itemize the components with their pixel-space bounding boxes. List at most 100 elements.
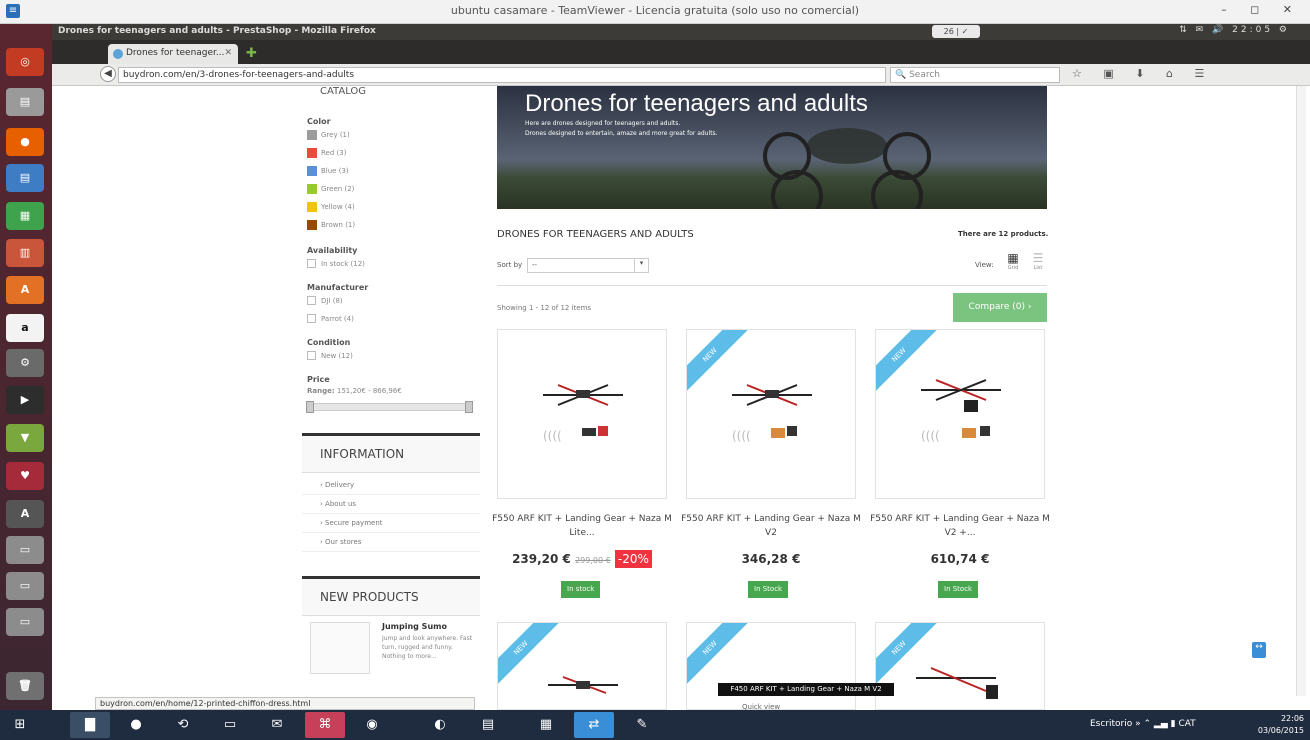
youtube-icon[interactable]: ▶: [6, 386, 44, 414]
new-product-item[interactable]: Jumping Sumo Jump and look anywhere. Fas…: [302, 622, 480, 682]
teamviewer-task-icon[interactable]: ⇄: [574, 712, 614, 738]
remote-icon[interactable]: ⟲: [163, 712, 203, 738]
dash-icon[interactable]: ◎: [6, 48, 44, 76]
drive-icon-3[interactable]: ▭: [6, 608, 44, 636]
settings-icon[interactable]: ⚙: [6, 349, 44, 377]
status-bar: buydron.com/en/home/12-printed-chiffon-d…: [95, 697, 475, 710]
firefox-icon[interactable]: ●: [6, 128, 44, 156]
impress-icon[interactable]: ▥: [6, 239, 44, 267]
update-icon[interactable]: A: [6, 500, 44, 528]
app-icon-red[interactable]: ●: [116, 712, 156, 738]
keyboard-indicator[interactable]: 26 | ✓: [932, 25, 980, 38]
product-name[interactable]: F550 ARF KIT + Landing Gear + Naza M Lit…: [492, 512, 672, 540]
search-input[interactable]: 🔍 Search: [890, 67, 1060, 83]
chrome-icon[interactable]: ◉: [352, 712, 392, 738]
toolbar-icons[interactable]: ☆ ▣ ⬇ ⌂ ☰: [1072, 67, 1213, 80]
system-tray[interactable]: Escritorio » ⌃ ▂▄ ▮ CAT: [1090, 719, 1196, 729]
document-icon[interactable]: ▤: [468, 712, 508, 738]
new-product-name[interactable]: Jumping Sumo: [382, 622, 447, 631]
checkbox[interactable]: [307, 259, 316, 268]
chevron-down-icon: ▾: [634, 259, 648, 272]
color-filter-list: Grey (1) Red (3) Blue (3) Green (2) Yell…: [307, 126, 480, 234]
teamviewer-panel-icon[interactable]: ↔: [1252, 642, 1266, 658]
list-view-button[interactable]: ☰ List: [1030, 251, 1046, 277]
browser-tab[interactable]: Drones for teenager... ✕: [108, 44, 238, 64]
swatch-green: [307, 184, 317, 194]
amazon-icon[interactable]: a: [6, 314, 44, 342]
product-card[interactable]: NEW ((((: [875, 329, 1045, 499]
navigation-bar: ◀ buydron.com/en/3-drones-for-teenagers-…: [52, 64, 1310, 86]
product-card[interactable]: NEW: [497, 622, 667, 710]
price-range-value: 151,20€ - 866,96€: [336, 387, 402, 395]
writer-icon[interactable]: ▤: [6, 164, 44, 192]
drone-photo: [763, 128, 931, 209]
clock[interactable]: 22:06 03/06/2015: [1258, 713, 1304, 737]
software-center-icon[interactable]: A: [6, 276, 44, 304]
product-card[interactable]: ((((: [497, 329, 667, 499]
color-option[interactable]: Blue (3): [307, 162, 480, 180]
wine-icon[interactable]: ♥: [6, 462, 44, 490]
manufacturer-option[interactable]: DJI (8): [307, 292, 480, 310]
condition-option[interactable]: New (12): [307, 347, 480, 365]
grid-view-button[interactable]: ▦ Grid: [1006, 251, 1020, 277]
color-option[interactable]: Grey (1): [307, 126, 480, 144]
calc-icon[interactable]: ▦: [6, 202, 44, 230]
info-link[interactable]: › About us: [302, 495, 480, 514]
info-link[interactable]: › Our stores: [302, 533, 480, 552]
files-icon[interactable]: ▤: [6, 88, 44, 116]
paint-icon[interactable]: ✎: [622, 712, 662, 738]
info-link[interactable]: › Secure payment: [302, 514, 480, 533]
manufacturer-option[interactable]: Parrot (4): [307, 310, 480, 328]
swatch-brown: [307, 220, 317, 230]
swatch-red: [307, 148, 317, 158]
color-option[interactable]: Red (3): [307, 144, 480, 162]
product-card[interactable]: NEW: [875, 622, 1045, 710]
explorer-icon[interactable]: ▇: [70, 712, 110, 738]
availability-option[interactable]: In stock (12): [307, 255, 480, 273]
color-option[interactable]: Yellow (4): [307, 198, 480, 216]
stock-badge: In stock: [561, 581, 601, 598]
new-products-title: NEW PRODUCTS: [302, 576, 480, 616]
firefox-titlebar: Drones for teenagers and adults - Presta…: [52, 24, 1310, 40]
back-arrow-icon[interactable]: ◀: [100, 66, 116, 82]
grid-view-label: Grid: [1007, 265, 1019, 271]
drive-icon-1[interactable]: ▭: [6, 536, 44, 564]
sort-select[interactable]: -- ▾: [527, 258, 649, 273]
left-sidebar: CATALOG Color Grey (1) Red (3) Blue (3) …: [302, 86, 480, 682]
ubuntu-panel-tray[interactable]: ⇅ ✉ 🔊 22:05 ⚙: [1179, 25, 1290, 35]
compare-button[interactable]: Compare (0) ›: [953, 293, 1047, 322]
app-icon-pink[interactable]: ⌘: [305, 712, 345, 738]
fish-icon[interactable]: ◐: [420, 712, 460, 738]
archive-icon[interactable]: ▼: [6, 424, 44, 452]
clock-date: 03/06/2015: [1257, 726, 1304, 735]
info-link[interactable]: › Delivery: [302, 476, 480, 495]
new-product-image[interactable]: [310, 622, 370, 674]
start-icon[interactable]: ⊞: [4, 712, 36, 738]
product-name[interactable]: F550 ARF KIT + Landing Gear + Naza M V2: [681, 512, 861, 540]
product-name[interactable]: F550 ARF KIT + Landing Gear + Naza M V2 …: [870, 512, 1050, 540]
color-option[interactable]: Green (2): [307, 180, 480, 198]
tab-bar: Drones for teenager... ✕ ✚: [52, 40, 1310, 64]
drive-icon-2[interactable]: ▭: [6, 572, 44, 600]
checkbox[interactable]: [307, 314, 316, 323]
category-heading: DRONES FOR TEENAGERS AND ADULTS: [497, 229, 694, 240]
slider-handle-max[interactable]: [465, 401, 473, 413]
trash-icon[interactable]: 🗑: [6, 672, 44, 700]
url-bar[interactable]: buydron.com/en/3-drones-for-teenagers-an…: [118, 67, 886, 83]
slider-handle-min[interactable]: [306, 401, 314, 413]
product-card[interactable]: NEW: [686, 622, 856, 710]
mail-icon[interactable]: ✉: [257, 712, 297, 738]
color-option[interactable]: Brown (1): [307, 216, 480, 234]
window-icon[interactable]: ▭: [210, 712, 250, 738]
close-tab-icon[interactable]: ✕: [224, 48, 232, 58]
checkbox[interactable]: [307, 351, 316, 360]
old-price: 299,00 €: [575, 556, 611, 565]
price-slider[interactable]: [306, 401, 473, 413]
checkbox[interactable]: [307, 296, 316, 305]
window-controls[interactable]: – ◻ ✕: [1221, 3, 1302, 16]
new-tab-icon[interactable]: ✚: [246, 46, 257, 61]
calculator-icon[interactable]: ▦: [526, 712, 566, 738]
showing-text: Showing 1 - 12 of 12 items: [497, 304, 592, 312]
product-card[interactable]: NEW ((((: [686, 329, 856, 499]
scrollbar[interactable]: [1296, 86, 1306, 696]
